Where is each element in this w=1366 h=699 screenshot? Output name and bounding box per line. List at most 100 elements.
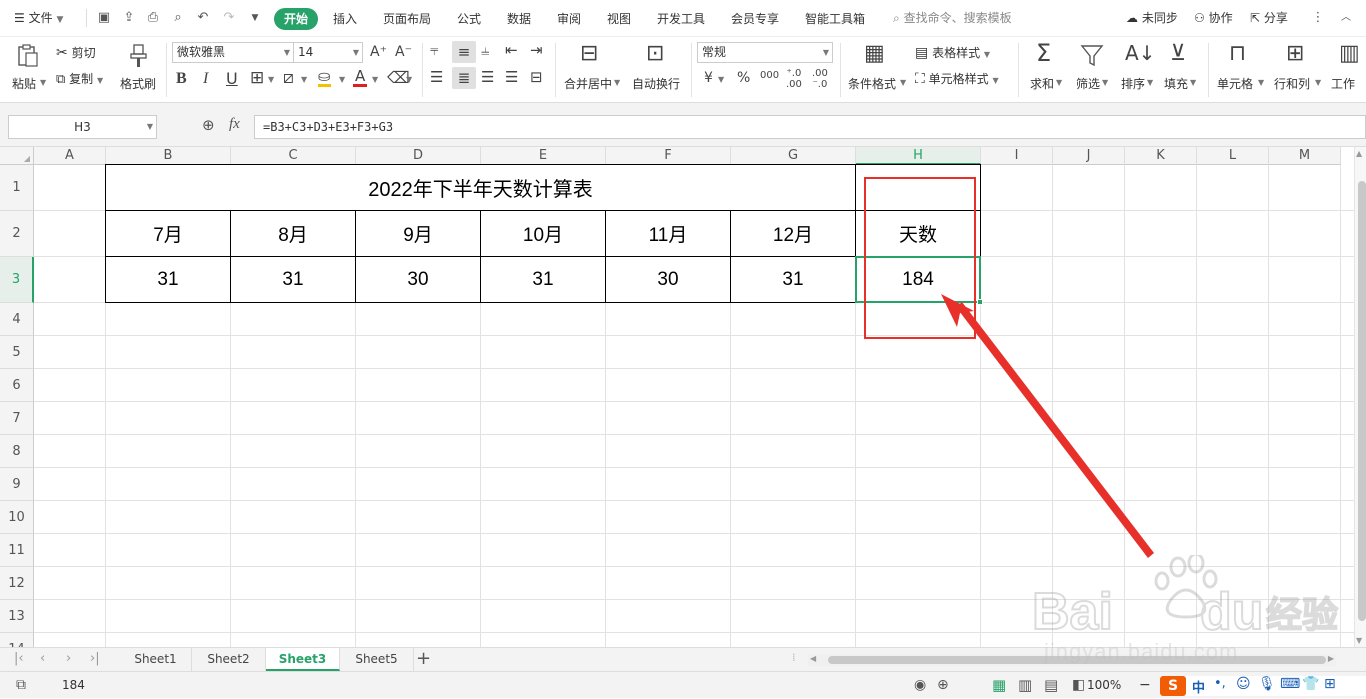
align-center-icon[interactable]: ≣ <box>452 67 476 89</box>
ime-toolbar[interactable]: S 中 •, ☺ 🎙 ⌨ 👕 ⊞ <box>1160 676 1366 696</box>
table-title-cell[interactable]: 2022年下半年天数计算表 <box>106 165 856 211</box>
row-header-5[interactable]: 5 <box>0 336 34 369</box>
tab-insert[interactable]: 插入 <box>333 8 357 30</box>
currency-icon[interactable]: ¥ <box>704 71 713 85</box>
increase-decimal-icon[interactable]: ⁺.0.00 <box>786 68 802 90</box>
header-cell-h2[interactable]: 天数 <box>856 211 981 257</box>
decrease-font-icon[interactable]: A⁻ <box>395 45 412 59</box>
fill-button[interactable]: ⊻ 填充 ▼ <box>1162 41 1202 97</box>
vertical-scroll-thumb[interactable] <box>1358 181 1366 621</box>
redo-icon[interactable]: ↷ <box>221 10 237 26</box>
zoom-out-icon[interactable]: − <box>1139 672 1151 699</box>
header-cell-g2[interactable]: 12月 <box>731 211 856 257</box>
page-layout-view-icon[interactable]: ▥ <box>1018 672 1032 699</box>
collab-button[interactable]: ⚇ 协作 <box>1194 0 1233 37</box>
cell-button[interactable]: ⊓ 单元格 ▼ <box>1215 41 1267 97</box>
customize-chevron-icon[interactable]: ▼ <box>247 10 263 26</box>
scroll-down-icon[interactable]: ▼ <box>1356 636 1362 645</box>
align-right-icon[interactable]: ☰ <box>481 70 494 85</box>
header-cell-d2[interactable]: 9月 <box>356 211 481 257</box>
chevron-down-icon[interactable]: ▼ <box>718 76 724 84</box>
zoom-search-icon[interactable]: ⊕ <box>202 116 215 134</box>
row-header-8[interactable]: 8 <box>0 435 34 468</box>
row-header-10[interactable]: 10 <box>0 501 34 534</box>
name-box[interactable]: H3 ▼ <box>8 115 157 139</box>
font-name-select[interactable]: 微软雅黑 ▼ <box>172 42 294 63</box>
conditional-format-button[interactable]: ▦ 条件格式 ▼ <box>846 41 908 97</box>
tab-developer[interactable]: 开发工具 <box>657 8 705 30</box>
diagonal-border-icon[interactable]: ⧄ <box>283 70 294 87</box>
print-icon[interactable]: ⎙ <box>145 10 161 26</box>
value-cell-e3[interactable]: 31 <box>481 257 606 303</box>
scroll-up-icon[interactable]: ▲ <box>1356 149 1362 158</box>
column-header-i[interactable]: I <box>981 147 1053 165</box>
value-cell-f3[interactable]: 30 <box>606 257 731 303</box>
more-icon[interactable]: ⋮ <box>1310 10 1326 26</box>
sum-button[interactable]: Σ 求和 ▼ <box>1026 41 1066 97</box>
share-button[interactable]: ⇱ 分享 <box>1250 0 1288 37</box>
align-left-icon[interactable]: ☰ <box>430 70 443 85</box>
row-header-11[interactable]: 11 <box>0 534 34 567</box>
column-header-b[interactable]: B <box>106 147 231 165</box>
sheet-tab-sheet5[interactable]: Sheet5 <box>340 648 414 671</box>
cut-button[interactable]: ✂ 剪切 <box>56 44 96 61</box>
tab-formulas[interactable]: 公式 <box>457 8 481 30</box>
value-cell-c3[interactable]: 31 <box>231 257 356 303</box>
scroll-right-icon[interactable]: ▶ <box>1328 654 1334 663</box>
fill-color-icon[interactable]: ⛀ <box>318 69 331 87</box>
font-color-icon[interactable]: A <box>353 69 368 87</box>
sheet-tab-sheet1[interactable]: Sheet1 <box>120 648 192 671</box>
chevron-down-icon[interactable]: ▼ <box>268 76 274 84</box>
row-header-6[interactable]: 6 <box>0 369 34 402</box>
tab-data[interactable]: 数据 <box>507 8 531 30</box>
justify-icon[interactable]: ☰ <box>505 70 518 85</box>
value-cell-h3[interactable]: 184 <box>856 257 981 303</box>
vertical-scrollbar[interactable]: ▲ ▼ <box>1354 147 1366 647</box>
row-header-14[interactable]: 14 <box>0 633 34 647</box>
sort-button[interactable]: A↓ 排序 ▼ <box>1117 41 1157 97</box>
column-header-j[interactable]: J <box>1053 147 1125 165</box>
tab-member[interactable]: 会员专享 <box>731 8 779 30</box>
reading-mode-icon[interactable]: ◧ <box>1072 672 1085 699</box>
underline-icon[interactable]: U <box>226 71 238 87</box>
distributed-align-icon[interactable]: ⊟ <box>530 70 543 85</box>
output-pdf-icon[interactable]: ⇪ <box>121 10 137 26</box>
border-icon[interactable]: ⊞ <box>250 70 264 87</box>
zoom-level[interactable]: 100% <box>1087 672 1121 699</box>
paste-button[interactable]: 粘贴 ▼ <box>10 41 46 97</box>
header-cell-c2[interactable]: 8月 <box>231 211 356 257</box>
column-header-c[interactable]: C <box>231 147 356 165</box>
select-all-corner[interactable]: ◢ <box>0 147 34 165</box>
column-header-k[interactable]: K <box>1125 147 1197 165</box>
cell-h1[interactable] <box>856 165 981 211</box>
format-painter-button[interactable]: 格式刷 <box>118 41 160 97</box>
chevron-down-icon[interactable]: ▼ <box>301 76 307 84</box>
percent-icon[interactable]: % <box>737 71 750 85</box>
table-style-button[interactable]: ▤ 表格样式 ▼ <box>915 44 990 61</box>
row-header-1[interactable]: 1 <box>0 165 34 211</box>
undo-icon[interactable]: ↶ <box>195 10 211 26</box>
bold-icon[interactable]: B <box>176 71 187 87</box>
decrease-decimal-icon[interactable]: .00 ⁻.0 <box>812 68 828 90</box>
normal-view-icon[interactable]: ▦ <box>992 672 1006 699</box>
increase-indent-icon[interactable]: ⇥ <box>530 43 543 58</box>
wrap-text-button[interactable]: ⊡ 自动换行 <box>630 41 686 97</box>
page-break-view-icon[interactable]: ▤ <box>1044 672 1058 699</box>
row-header-12[interactable]: 12 <box>0 567 34 600</box>
add-sheet-icon[interactable]: + <box>416 648 431 669</box>
tab-review[interactable]: 审阅 <box>557 8 581 30</box>
column-header-m[interactable]: M <box>1269 147 1341 165</box>
collapse-ribbon-icon[interactable]: ︿ <box>1338 10 1354 26</box>
scroll-left-icon[interactable]: ◀ <box>810 654 816 663</box>
sync-button[interactable]: ☁ 未同步 <box>1126 0 1178 37</box>
fill-handle[interactable] <box>977 299 983 305</box>
tab-home[interactable]: 开始 <box>274 8 318 30</box>
sheet-tab-sheet3[interactable]: Sheet3 <box>266 648 340 671</box>
first-sheet-icon[interactable]: |‹ <box>14 651 24 666</box>
align-top-icon[interactable]: ⫧ <box>430 43 438 58</box>
column-header-g[interactable]: G <box>731 147 856 165</box>
row-header-2[interactable]: 2 <box>0 211 34 257</box>
header-cell-b2[interactable]: 7月 <box>106 211 231 257</box>
eye-protection-icon[interactable]: ◉ <box>914 672 926 699</box>
column-header-a[interactable]: A <box>34 147 106 165</box>
